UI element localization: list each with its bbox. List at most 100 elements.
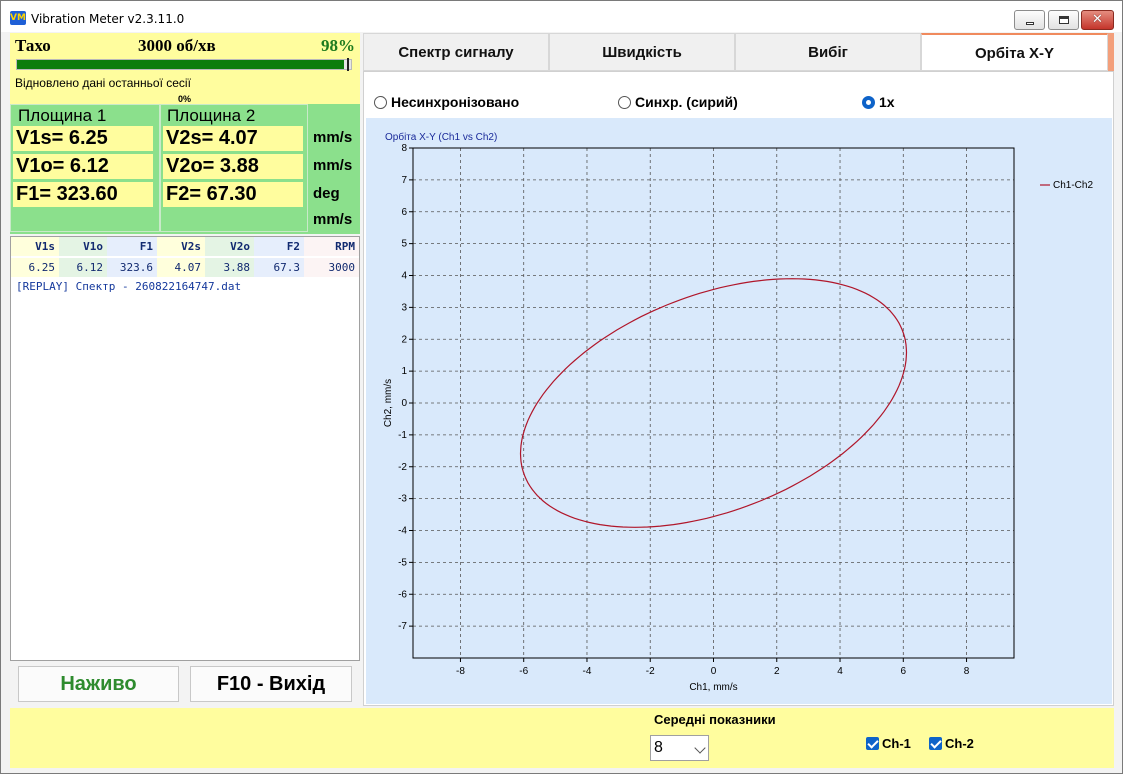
x-tick-label: 4 [837,666,843,677]
table-row[interactable]: 6.25 6.12 323.6 4.07 3.88 67.3 3000 [11,258,359,277]
tacho-rpm: 3000 об/хв [138,36,216,55]
measurement-table[interactable]: V1s V1o F1 V2s V2o F2 RPM 6.25 6.12 323.… [10,236,360,661]
tab-spectrum[interactable]: Спектр сигналу [363,33,549,71]
legend-label: Ch1-Ch2 [1053,180,1093,191]
y-tick-label: -7 [398,621,407,632]
f1-value: F1= 323.60 [13,182,153,207]
v1o-value: V1o= 6.12 [13,154,153,179]
bottom-bar: Середні показники 8 Ch-1 Ch-2 [10,708,1114,768]
close-button[interactable]: ✕ [1081,10,1114,30]
tacho-progress-fill [17,60,345,69]
tacho-percent: 98% [321,36,355,55]
y-tick-label: -1 [398,430,407,441]
table-cell: 323.6 [107,258,157,277]
y-tick-label: 0 [401,398,407,409]
tab-rundown[interactable]: Вибіг [735,33,921,71]
y-tick-label: 8 [401,143,407,154]
unit-label: mm/s [313,157,353,174]
unit-label: mm/s [313,129,353,146]
chart-title: Орбіта X-Y (Ch1 vs Ch2) [385,131,497,143]
orbit-chart-area[interactable]: -8 -6 -4 -2 0 2 4 6 8 8 7 6 5 4 3 2 1 0 -1 -2 -3 -4 -5 -6 -7 Орбі… [366,118,1112,704]
radio-label: 1x [879,94,895,110]
x-axis-label: Ch1, mm/s [689,682,737,693]
x-tick-label: -4 [583,666,592,677]
radio-indicator [374,95,387,109]
column-header[interactable]: V2s [157,237,205,256]
y-tick-label: -4 [398,526,407,537]
tacho-progress-marker [347,58,349,71]
tacho-small-percent: 0% [178,94,192,104]
close-icon: ✕ [1092,12,1103,27]
checkbox-label: Ch-1 [882,735,911,751]
y-tick-label: 7 [401,175,407,186]
y-tick-label: 2 [401,334,407,345]
tacho-label: Тахо [15,36,51,55]
plane-2-title: Площина 2 [165,106,258,126]
table-cell: 6.25 [11,258,59,277]
checkbox-checked-icon [866,736,879,750]
radio-1x[interactable]: 1x [862,91,895,113]
column-header[interactable]: V1s [11,237,59,256]
averaging-value: 8 [654,739,663,756]
y-axis-label: Ch2, mm/s [383,379,394,427]
column-header[interactable]: F1 [107,237,157,256]
y-tick-label: 5 [401,239,407,250]
radio-indicator [862,95,875,109]
radio-unsynchronized[interactable]: Несинхронізовано [374,91,519,113]
maximize-button[interactable] [1048,10,1079,30]
x-tick-label: 2 [774,666,780,677]
x-tick-label: 6 [901,666,907,677]
y-tick-label: -5 [398,557,407,568]
table-cell: 67.3 [254,258,304,277]
log-entry: [REPLAY] Спектр - 260822164747.dat [16,280,242,293]
ch2-checkbox[interactable]: Ch-2 [929,735,974,751]
app-icon: VM [10,11,26,25]
column-header[interactable]: F2 [254,237,304,256]
v2s-value: V2s= 4.07 [163,126,303,151]
radio-indicator [618,95,631,109]
radio-label: Несинхронізовано [391,94,520,110]
live-button[interactable]: Наживо [18,666,179,702]
x-tick-label: -2 [646,666,655,677]
column-header[interactable]: V1o [59,237,107,256]
x-tick-label: 0 [711,666,717,677]
plane-1-title: Площина 1 [16,106,109,126]
chevron-down-icon [694,742,706,754]
averaging-label: Середні показники [654,712,776,727]
tab-strip: Спектр сигналу Швидкість Вибіг Орбіта X-… [363,33,1114,71]
y-tick-label: 1 [401,366,407,377]
averaging-select[interactable]: 8 [650,735,709,761]
tab-velocity[interactable]: Швидкість [549,33,735,71]
window-title: Vibration Meter v2.3.11.0 [31,12,185,26]
table-cell: 3000 [304,258,359,277]
f2-value: F2= 67.30 [163,182,303,207]
title-bar[interactable]: VM Vibration Meter v2.3.11.0 ✕ [1,1,1122,32]
tab-scroll-handle[interactable] [1108,33,1114,71]
maximize-icon [1059,16,1069,24]
minimize-button[interactable] [1014,10,1045,30]
column-header[interactable]: RPM [304,237,359,256]
radio-sync-raw[interactable]: Синхр. (сирий) [618,91,738,113]
tacho-panel: Тахо 3000 об/хв 98% Відновлено дані оста… [10,33,360,104]
table-cell: 3.88 [205,258,254,277]
x-tick-label: 8 [964,666,970,677]
ch1-checkbox[interactable]: Ch-1 [866,735,911,751]
table-cell: 6.12 [59,258,107,277]
column-header[interactable]: V2o [205,237,254,256]
x-tick-label: -8 [456,666,465,677]
y-tick-label: -2 [398,462,407,473]
tab-orbit-xy[interactable]: Орбіта X-Y [921,33,1108,71]
v2o-value: V2o= 3.88 [163,154,303,179]
planes-panel: Площина 1 Площина 2 V1s= 6.25 V1o= 6.12 … [10,104,360,234]
y-tick-label: -3 [398,494,407,505]
app-window: VM Vibration Meter v2.3.11.0 ✕ Тахо 3000… [0,0,1123,774]
y-tick-label: 3 [401,302,407,313]
orbit-chart: -8 -6 -4 -2 0 2 4 6 8 8 7 6 5 4 3 2 1 0 -1 -2 -3 -4 -5 -6 -7 Орбі… [383,131,1093,693]
session-status: Відновлено дані останньої сесії [15,76,191,90]
checkbox-checked-icon [929,736,942,750]
v1s-value: V1s= 6.25 [13,126,153,151]
y-tick-label: -6 [398,589,407,600]
exit-button[interactable]: F10 - Вихід [190,666,352,702]
y-tick-label: 4 [401,271,407,282]
minimize-icon [1026,22,1034,25]
